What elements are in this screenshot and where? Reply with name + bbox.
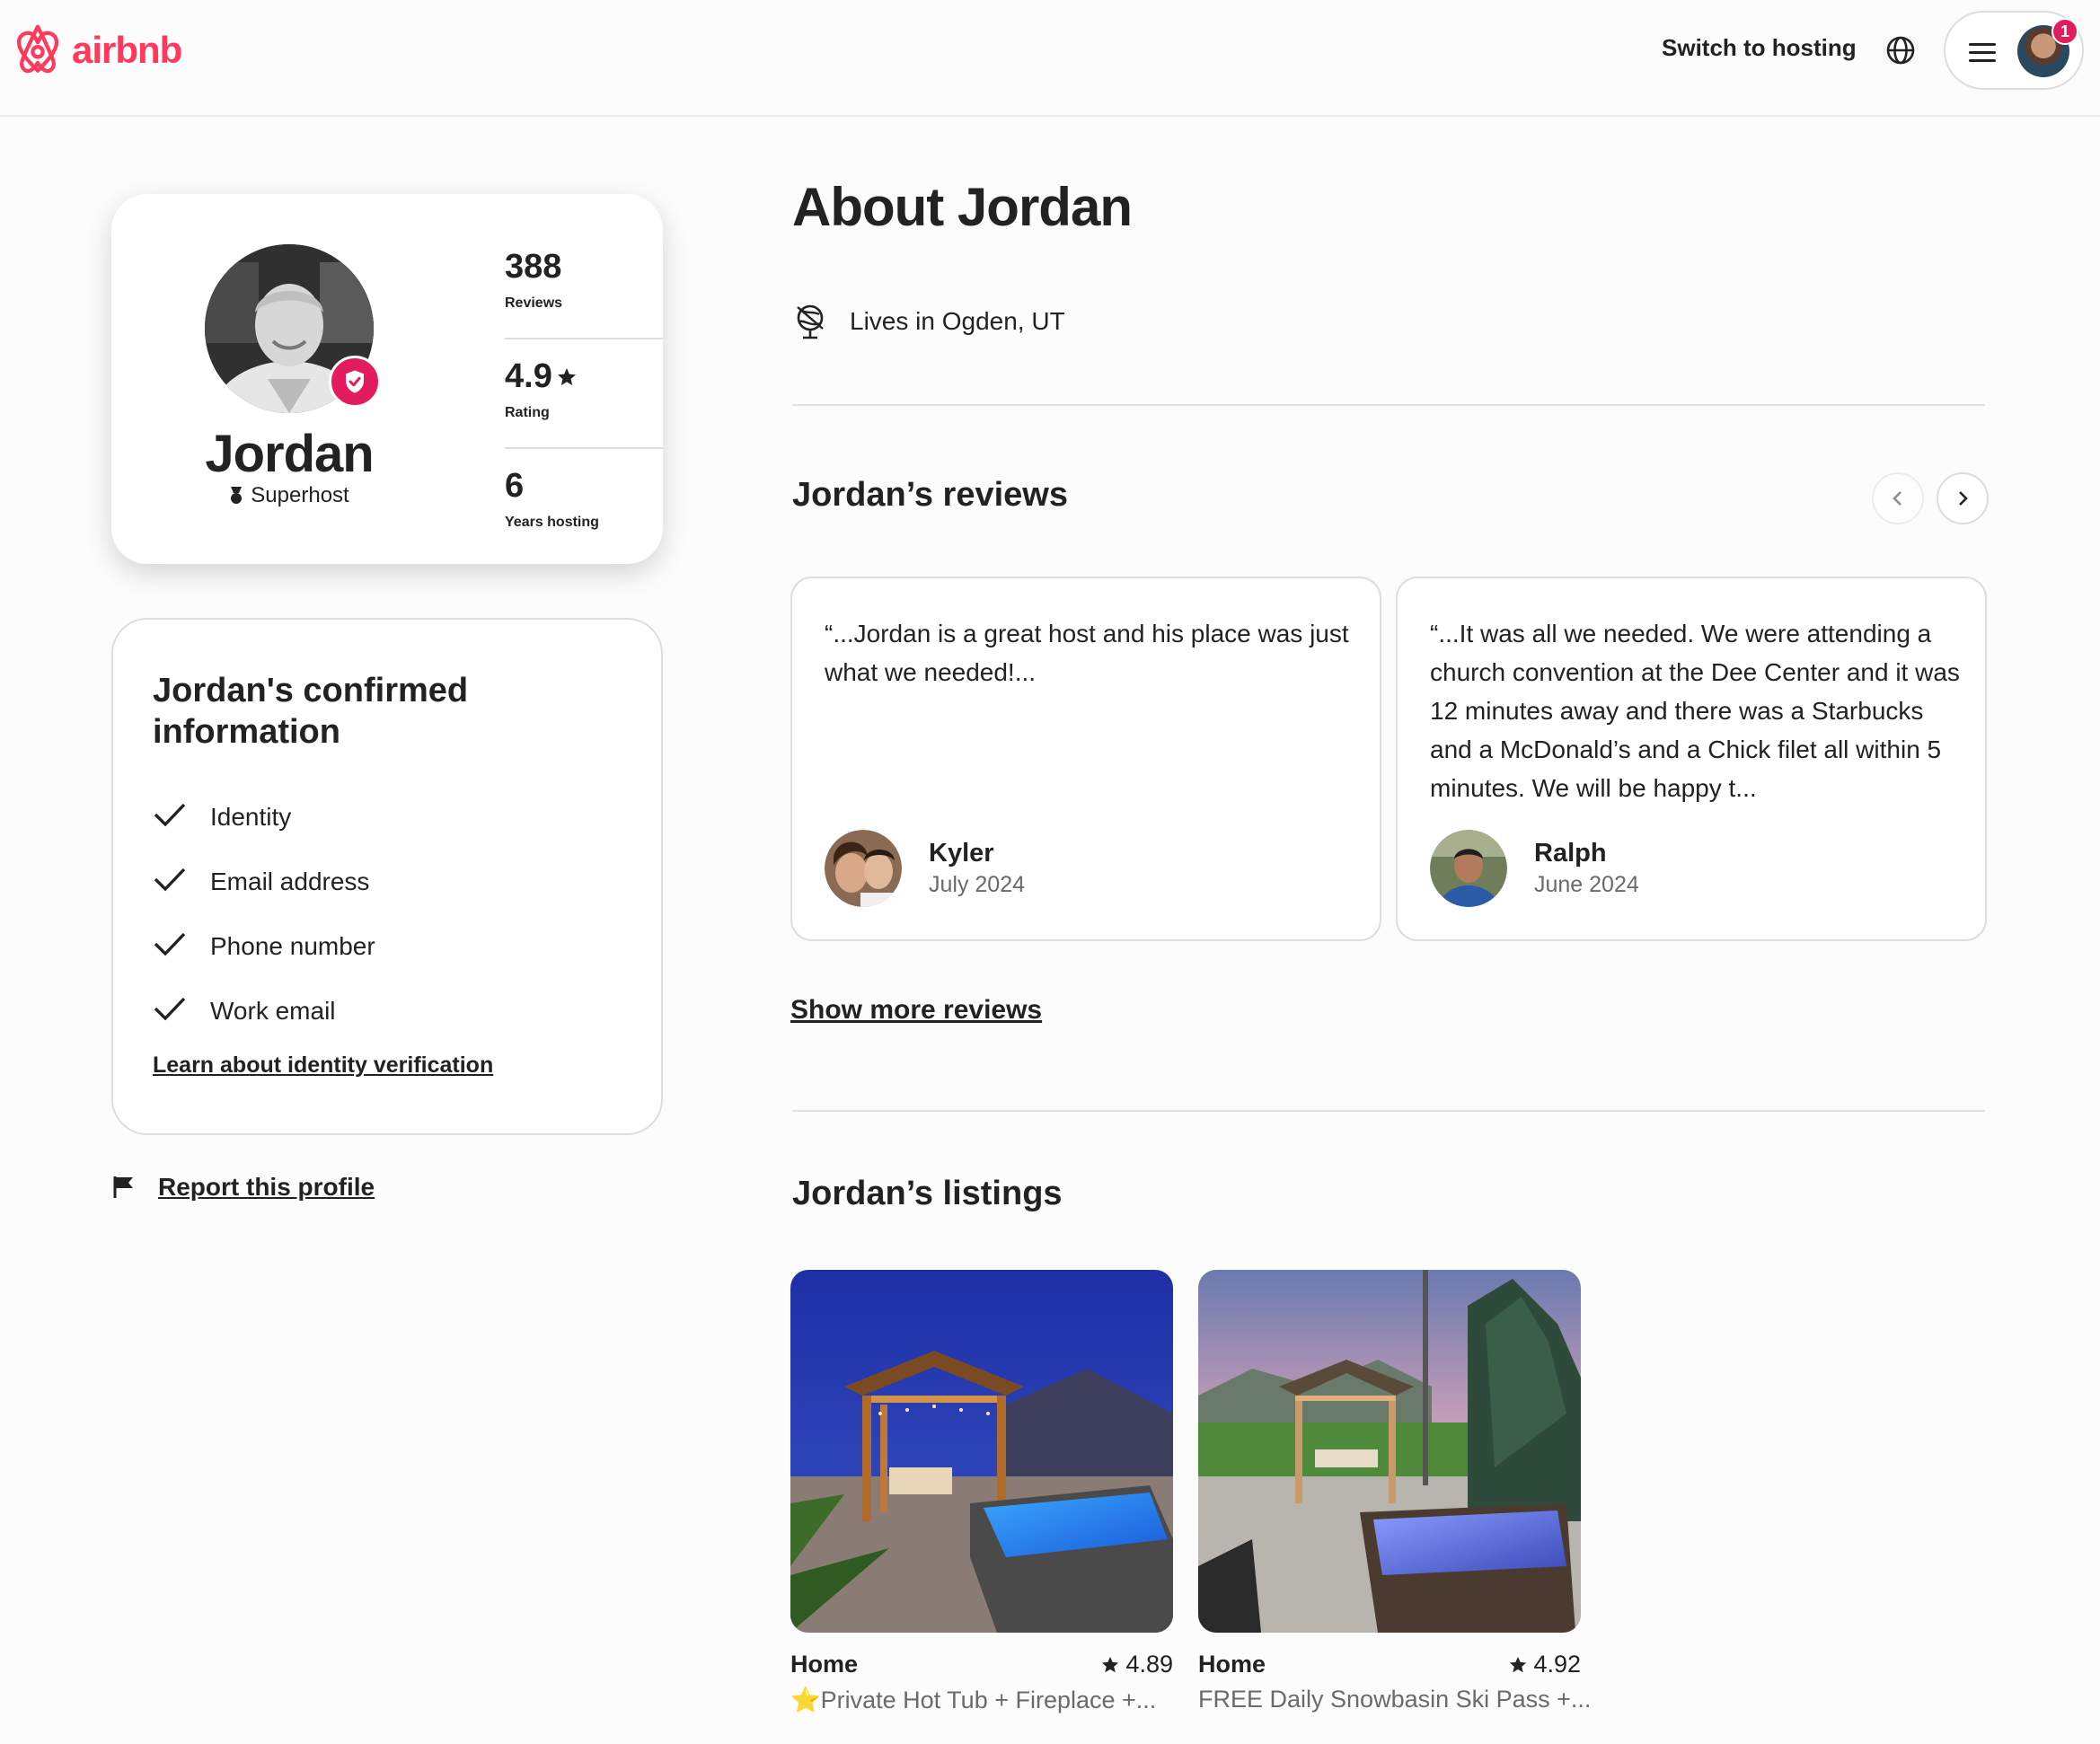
- stat-years-hosting: 6 Years hosting: [505, 449, 663, 559]
- reviews-prev-button[interactable]: [1872, 472, 1924, 524]
- confirmed-item-label: Email address: [210, 868, 370, 895]
- confirmed-item-label: Phone number: [210, 932, 375, 960]
- star-icon: [1102, 1656, 1119, 1672]
- stat-rating: 4.9 Rating: [505, 339, 663, 449]
- listing-card[interactable]: Home 4.92 FREE Daily Snowbasin Ski Pass …: [1198, 1270, 1592, 1713]
- confirmed-info-list: Identity Email address Phone number Work…: [153, 785, 375, 1044]
- host-stats: 388 Reviews 4.9 Rating 6 Years hosting: [505, 230, 663, 559]
- globe-pin-icon: [797, 304, 824, 339]
- review-date: July 2024: [929, 872, 1026, 897]
- switch-to-hosting-link[interactable]: Switch to hosting: [1662, 34, 1857, 62]
- confirmed-item-email: Email address: [153, 850, 375, 914]
- confirmed-item-label: Work email: [210, 997, 336, 1025]
- airbnb-logo-text: airbnb: [72, 29, 182, 71]
- confirmed-item-phone: Phone number: [153, 914, 375, 979]
- reviewer-name: Kyler: [929, 839, 994, 868]
- listing-rating: 4.89: [1100, 1651, 1173, 1678]
- verified-badge: [329, 356, 381, 408]
- checkmark-icon: [153, 995, 210, 1028]
- globe-icon: [1886, 36, 1915, 65]
- reviewer-avatar: [1430, 830, 1507, 907]
- lives-in-text: Lives in Ogden, UT: [850, 307, 1065, 335]
- shield-check-icon: [346, 370, 364, 393]
- language-button[interactable]: [1884, 34, 1917, 66]
- star-icon: [1510, 1656, 1527, 1672]
- listing-description: FREE Daily Snowbasin Ski Pass +...: [1198, 1686, 1592, 1713]
- reviews-count: 388: [505, 248, 562, 286]
- chevron-left-icon: [1893, 491, 1901, 506]
- review-text: “...Jordan is a great host and his place…: [825, 620, 1349, 686]
- listing-card[interactable]: Home 4.89 ⭐Private Hot Tub + Fireplace +…: [790, 1270, 1173, 1714]
- listing-description: ⭐Private Hot Tub + Fireplace +...: [790, 1687, 1157, 1713]
- years-hosting-value: 6: [505, 467, 525, 505]
- checkmark-icon: [153, 930, 210, 964]
- divider: [792, 1110, 1985, 1112]
- superhost-medal-icon: [231, 487, 243, 504]
- years-hosting-label: Years hosting: [505, 515, 599, 530]
- confirmed-info-title: Jordan's confirmed information: [153, 672, 469, 751]
- listing-rating: 4.92: [1508, 1651, 1581, 1678]
- listing-rating-value: 4.92: [1533, 1651, 1581, 1678]
- host-name: Jordan: [205, 425, 374, 483]
- menu-icon: [1969, 43, 1996, 67]
- checkmark-icon: [153, 801, 210, 834]
- review-text: “...It was all we needed. We were attend…: [1430, 620, 1960, 802]
- listing-photo: [1198, 1270, 1581, 1633]
- top-nav: airbnb Switch to hosting 1: [0, 0, 2100, 117]
- reviews-title: Jordan’s reviews: [792, 476, 1068, 514]
- host-profile-card: Jordan Superhost 388 Reviews 4.9 Rating …: [111, 194, 663, 564]
- lives-in-row: Lives in Ogden, UT: [792, 302, 1065, 341]
- listing-rating-value: 4.89: [1125, 1651, 1173, 1678]
- notification-badge: 1: [2051, 18, 2078, 45]
- flag-icon: [113, 1176, 133, 1198]
- listing-photo: [790, 1270, 1173, 1633]
- show-more-reviews-link[interactable]: Show more reviews: [790, 995, 1042, 1026]
- superhost-text: Superhost: [251, 483, 349, 507]
- stat-reviews: 388 Reviews: [505, 230, 663, 339]
- superhost-label: Superhost: [111, 483, 467, 508]
- report-profile-link[interactable]: Report this profile: [158, 1173, 375, 1202]
- review-card[interactable]: “...It was all we needed. We were attend…: [1396, 577, 1987, 941]
- reviews-label: Reviews: [505, 295, 563, 311]
- review-date: June 2024: [1534, 872, 1639, 897]
- rating-label: Rating: [505, 405, 550, 420]
- user-menu-button[interactable]: 1: [1944, 11, 2084, 90]
- confirmed-item-identity: Identity: [153, 785, 375, 850]
- learn-identity-verification-link[interactable]: Learn about identity verification: [153, 1053, 493, 1079]
- confirmed-information-card: Jordan's confirmed information Identity …: [111, 618, 663, 1135]
- reviewer: Kyler July 2024: [825, 830, 1025, 907]
- checkmark-icon: [153, 866, 210, 899]
- review-card[interactable]: “...Jordan is a great host and his place…: [790, 577, 1381, 941]
- confirmed-item-label: Identity: [210, 803, 292, 831]
- reviewer-name: Ralph: [1534, 839, 1607, 868]
- reviewer: Ralph June 2024: [1430, 830, 1639, 907]
- report-profile[interactable]: Report this profile: [111, 1173, 375, 1202]
- chevron-right-icon: [1959, 491, 1968, 506]
- star-icon: [557, 367, 576, 385]
- airbnb-logo-icon: [16, 24, 59, 74]
- confirmed-item-work-email: Work email: [153, 979, 375, 1044]
- divider: [792, 404, 1985, 406]
- reviews-next-button[interactable]: [1937, 472, 1989, 524]
- rating-value: 4.9: [505, 357, 552, 395]
- listing-type: Home: [1198, 1651, 1266, 1678]
- listings-title: Jordan’s listings: [792, 1175, 1063, 1212]
- listing-type: Home: [790, 1651, 859, 1678]
- about-title: About Jordan: [792, 177, 1133, 237]
- reviewer-avatar: [825, 830, 902, 907]
- airbnb-logo[interactable]: airbnb: [13, 23, 182, 77]
